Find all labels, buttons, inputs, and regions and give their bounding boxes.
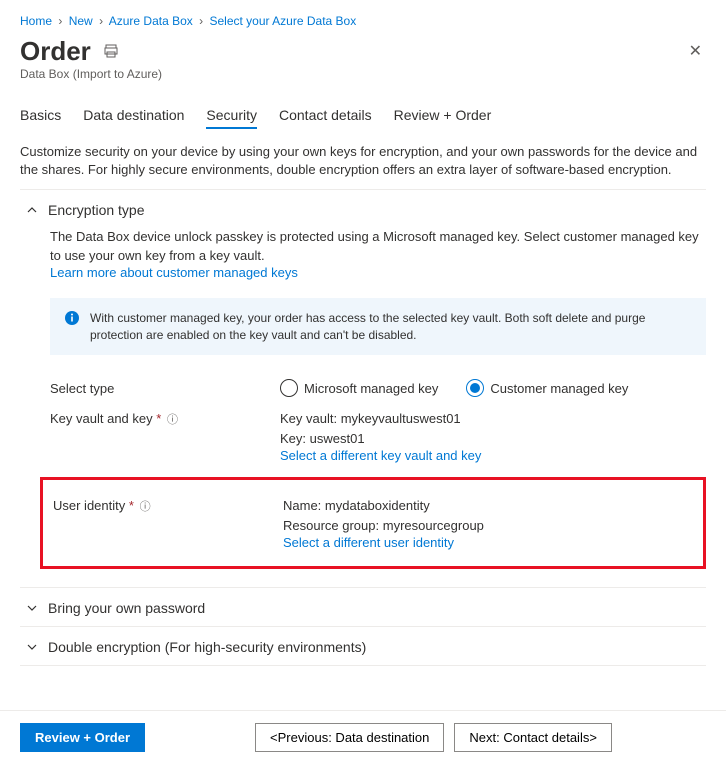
- chevron-right-icon: ›: [196, 14, 206, 28]
- tab-description: Customize security on your device by usi…: [20, 143, 706, 190]
- key-vault-name-value: mykeyvaultuswest01: [341, 411, 461, 426]
- tab-data-destination[interactable]: Data destination: [83, 101, 184, 129]
- close-icon[interactable]: ✕: [689, 41, 706, 61]
- highlighted-region: User identity * ⓘ Name: mydataboxidentit…: [40, 477, 706, 569]
- breadcrumb-databox[interactable]: Azure Data Box: [109, 14, 193, 28]
- info-icon[interactable]: ⓘ: [167, 414, 178, 426]
- info-icon[interactable]: ⓘ: [140, 501, 151, 513]
- radio-label: Microsoft managed key: [304, 381, 438, 396]
- user-identity-label: User identity * ⓘ: [53, 496, 283, 550]
- select-different-identity-link[interactable]: Select a different user identity: [283, 535, 454, 550]
- section-byop-header[interactable]: Bring your own password: [20, 588, 706, 626]
- key-vault-name-label: Key vault:: [280, 411, 337, 426]
- key-name-value: uswest01: [310, 431, 365, 446]
- section-title: Bring your own password: [48, 600, 205, 616]
- page-subtitle: Data Box (Import to Azure): [20, 67, 706, 81]
- chevron-up-icon: [26, 204, 38, 216]
- key-name-label: Key:: [280, 431, 306, 446]
- next-button[interactable]: Next: Contact details>: [454, 723, 612, 752]
- tab-contact-details[interactable]: Contact details: [279, 101, 372, 129]
- chevron-down-icon: [26, 602, 38, 614]
- page-title: Order: [20, 36, 91, 67]
- section-title: Double encryption (For high-security env…: [48, 639, 366, 655]
- radio-microsoft-managed-key[interactable]: Microsoft managed key: [280, 379, 438, 397]
- select-type-label: Select type: [50, 379, 280, 397]
- radio-customer-managed-key[interactable]: Customer managed key: [466, 379, 628, 397]
- identity-rg-label: Resource group:: [283, 518, 379, 533]
- info-icon: [64, 310, 80, 326]
- breadcrumb-new[interactable]: New: [69, 14, 93, 28]
- radio-label: Customer managed key: [490, 381, 628, 396]
- identity-name-label: Name:: [283, 498, 321, 513]
- select-different-key-vault-link[interactable]: Select a different key vault and key: [280, 448, 481, 463]
- section-title: Encryption type: [48, 202, 145, 218]
- previous-button[interactable]: <Previous: Data destination: [255, 723, 444, 752]
- footer-bar: Review + Order <Previous: Data destinati…: [0, 710, 726, 764]
- breadcrumb-select[interactable]: Select your Azure Data Box: [209, 14, 356, 28]
- breadcrumb-home[interactable]: Home: [20, 14, 52, 28]
- section-encryption-type-header[interactable]: Encryption type: [20, 190, 706, 228]
- identity-name-value: mydataboxidentity: [325, 498, 430, 513]
- learn-more-link[interactable]: Learn more about customer managed keys: [50, 265, 298, 280]
- identity-rg-value: myresourcegroup: [383, 518, 484, 533]
- tab-bar: Basics Data destination Security Contact…: [20, 101, 706, 129]
- section-double-encryption-header[interactable]: Double encryption (For high-security env…: [20, 627, 706, 665]
- chevron-down-icon: [26, 641, 38, 653]
- chevron-right-icon: ›: [96, 14, 106, 28]
- breadcrumb: Home › New › Azure Data Box › Select you…: [20, 10, 706, 34]
- info-text: With customer managed key, your order ha…: [90, 310, 692, 344]
- tab-security[interactable]: Security: [206, 101, 257, 129]
- chevron-right-icon: ›: [55, 14, 65, 28]
- tab-basics[interactable]: Basics: [20, 101, 61, 129]
- info-banner: With customer managed key, your order ha…: [50, 298, 706, 356]
- key-vault-label: Key vault and key * ⓘ: [50, 409, 280, 463]
- tab-review-order[interactable]: Review + Order: [394, 101, 492, 129]
- encryption-description: The Data Box device unlock passkey is pr…: [50, 228, 706, 264]
- print-icon[interactable]: [103, 43, 119, 59]
- review-order-button[interactable]: Review + Order: [20, 723, 145, 752]
